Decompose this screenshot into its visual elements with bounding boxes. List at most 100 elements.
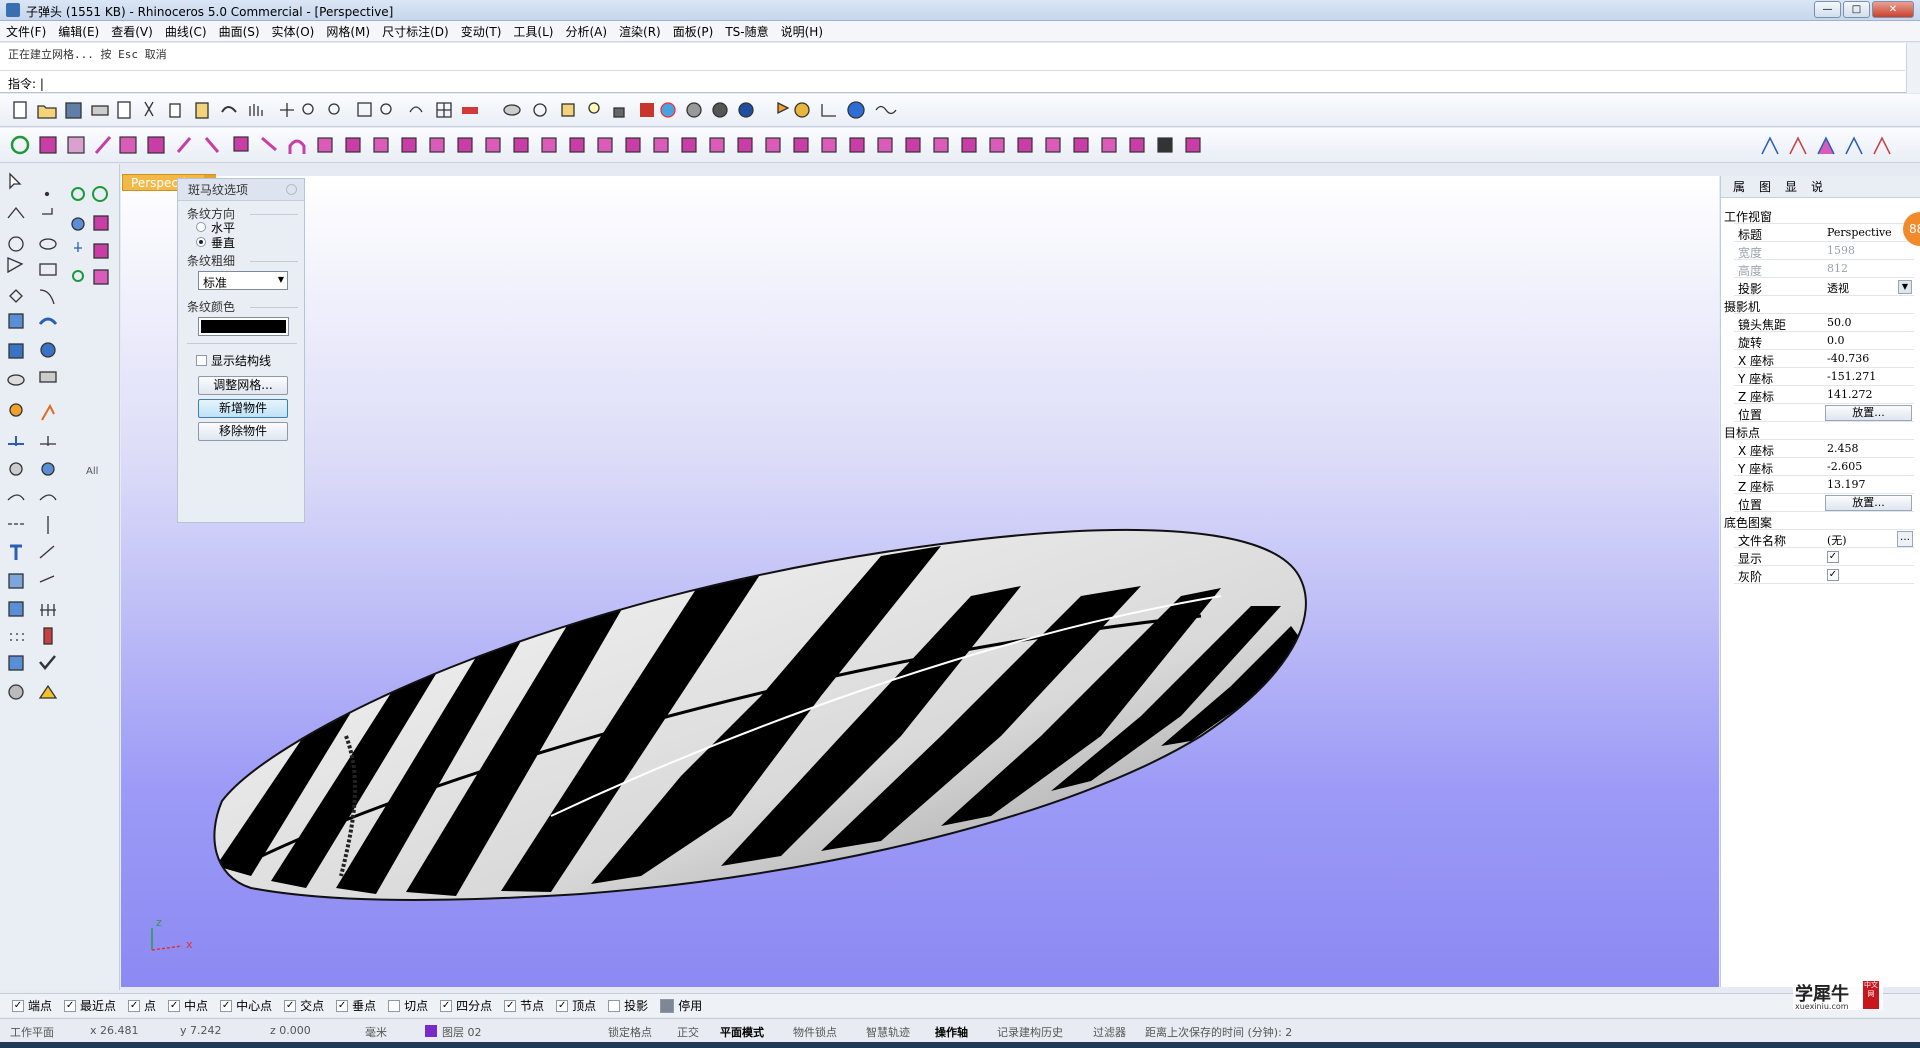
target-x-value[interactable]: 2.458 — [1827, 442, 1859, 455]
camera-z-value[interactable]: 141.272 — [1827, 388, 1873, 401]
tab-display[interactable]: 显 — [1785, 178, 1797, 195]
checkbox[interactable]: ✓ — [128, 999, 141, 1012]
planar-toggle[interactable]: 平面模式 — [720, 1024, 764, 1040]
perspective-viewport[interactable] — [121, 176, 1719, 987]
camera-place-button[interactable]: 放置... — [1825, 405, 1912, 421]
stripe-color-swatch[interactable] — [198, 317, 289, 336]
main-toolbar-icons[interactable] — [0, 128, 1920, 163]
filter-button[interactable]: 过滤器 — [1093, 1024, 1126, 1040]
standard-toolbar-icons[interactable] — [0, 94, 960, 127]
menu-analyze[interactable]: 分析(A) — [565, 23, 607, 40]
units[interactable]: 毫米 — [365, 1024, 387, 1040]
show-checkbox[interactable]: ✓ — [1827, 551, 1839, 563]
checkbox[interactable]: ✓ — [284, 999, 297, 1012]
checkbox[interactable] — [608, 999, 621, 1012]
zebra-close-icon[interactable] — [286, 184, 297, 195]
cylinder-icon — [7, 374, 25, 386]
checkbox[interactable]: ✓ — [64, 999, 77, 1012]
all-label[interactable]: All — [86, 466, 98, 477]
menu-render[interactable]: 渲染(R) — [619, 23, 661, 40]
command-scrollbar[interactable] — [1906, 43, 1920, 93]
section-target-label: 目标点 — [1724, 426, 1761, 440]
menu-surface[interactable]: 曲面(S) — [219, 23, 260, 40]
menu-curve[interactable]: 曲线(C) — [165, 23, 207, 40]
osnap-knot[interactable]: ✓ 节点 — [504, 997, 544, 1014]
cplane-label[interactable]: 工作平面 — [10, 1024, 54, 1040]
rotation-value[interactable]: 0.0 — [1827, 334, 1845, 347]
smarttrack-toggle[interactable]: 智慧轨迹 — [866, 1024, 910, 1040]
osnap-vertex[interactable]: ✓ 顶点 — [556, 997, 596, 1014]
osnap-disable[interactable]: 停用 — [660, 997, 702, 1014]
shape-31-icon — [1073, 137, 1089, 153]
checkbox[interactable]: ✓ — [12, 999, 24, 1012]
target-y-value[interactable]: -2.605 — [1827, 460, 1862, 473]
view-cplane-2-icon — [1789, 136, 1807, 155]
ortho-toggle[interactable]: 正交 — [677, 1024, 699, 1040]
osnap-center[interactable]: ✓ 中心点 — [220, 997, 272, 1014]
tab-layers[interactable]: 图 — [1759, 178, 1771, 195]
dimension-icon — [821, 104, 836, 117]
osnap-project[interactable]: 投影 — [608, 997, 648, 1014]
browse-button[interactable]: … — [1897, 531, 1913, 547]
osnap-intersection[interactable]: ✓ 交点 — [284, 997, 324, 1014]
grayscale-checkbox[interactable]: ✓ — [1827, 569, 1839, 581]
vertical-radio[interactable] — [196, 237, 206, 247]
menu-panels[interactable]: 面板(P) — [673, 23, 714, 40]
horizontal-radio[interactable] — [196, 222, 206, 232]
lens-value[interactable]: 50.0 — [1827, 316, 1852, 329]
osnap-endpoint[interactable]: ✓ 端点 — [12, 997, 52, 1014]
show-structure-checkbox[interactable] — [196, 355, 207, 366]
record-history-toggle[interactable]: 记录建构历史 — [997, 1024, 1063, 1040]
camera-y-value[interactable]: -151.271 — [1827, 370, 1876, 383]
checkbox[interactable]: ✓ — [336, 999, 349, 1012]
gumball-toggle[interactable]: 操作轴 — [935, 1024, 968, 1040]
menu-view[interactable]: 查看(V) — [111, 23, 153, 40]
osnap-point[interactable]: ✓ 点 — [128, 997, 156, 1014]
osnap-label: 投影 — [624, 999, 649, 1013]
menu-tools[interactable]: 工具(L) — [513, 23, 553, 40]
grid-snap-toggle[interactable]: 锁定格点 — [608, 1024, 652, 1040]
checkbox[interactable]: ✓ — [168, 999, 181, 1012]
title-value[interactable]: Perspective — [1827, 226, 1892, 239]
view-cplane-1-icon — [1761, 136, 1779, 155]
osnap-tangent[interactable]: 切点 — [388, 997, 428, 1014]
osnap-midpoint[interactable]: ✓ 中点 — [168, 997, 208, 1014]
menu-edit[interactable]: 编辑(E) — [58, 23, 99, 40]
remove-object-button[interactable]: 移除物件 — [198, 422, 288, 441]
minimize-button[interactable]: — — [1814, 1, 1841, 18]
checkbox[interactable]: ✓ — [220, 999, 233, 1012]
tab-help[interactable]: 说 — [1811, 178, 1823, 195]
osnap-near[interactable]: ✓ 最近点 — [64, 997, 116, 1014]
close-button[interactable]: ✕ — [1872, 1, 1914, 18]
tab-properties[interactable]: 属 — [1733, 178, 1745, 195]
copy-icon — [169, 103, 181, 118]
menu-ts[interactable]: TS-随意 — [725, 23, 768, 40]
menu-help[interactable]: 说明(H) — [781, 23, 823, 40]
add-object-button[interactable]: 新增物件 — [198, 399, 288, 418]
menu-file[interactable]: 文件(F) — [6, 23, 46, 40]
target-z-value[interactable]: 13.197 — [1827, 478, 1866, 491]
camera-x-value[interactable]: -40.736 — [1827, 352, 1869, 365]
osnap-quadrant[interactable]: ✓ 四分点 — [440, 997, 492, 1014]
menu-mesh[interactable]: 网格(M) — [326, 23, 370, 40]
projection-value[interactable]: 透视 — [1827, 280, 1849, 296]
stripe-thickness-select[interactable]: 标准 ▼ — [198, 271, 288, 290]
zoom-window-icon — [328, 103, 340, 115]
command-prompt[interactable]: 指令: | — [8, 75, 44, 92]
target-place-button[interactable]: 放置... — [1825, 495, 1912, 511]
menu-transform[interactable]: 变动(T) — [461, 23, 502, 40]
current-layer[interactable]: 图层 02 — [442, 1024, 482, 1040]
chevron-down-icon[interactable]: ▼ — [1898, 280, 1912, 294]
checkbox[interactable] — [660, 998, 675, 1013]
checkbox[interactable] — [388, 999, 401, 1012]
osnap-perpendicular[interactable]: ✓ 垂点 — [336, 997, 376, 1014]
checkbox[interactable]: ✓ — [440, 999, 453, 1012]
osnap-toggle[interactable]: 物件锁点 — [793, 1024, 837, 1040]
checkbox[interactable]: ✓ — [556, 999, 569, 1012]
menu-dimension[interactable]: 尺寸标注(D) — [382, 23, 449, 40]
left-toolbar-icons[interactable] — [0, 164, 120, 724]
adjust-mesh-button[interactable]: 调整网格... — [198, 376, 288, 395]
maximize-button[interactable]: □ — [1843, 1, 1870, 18]
menu-solid[interactable]: 实体(O) — [272, 23, 315, 40]
checkbox[interactable]: ✓ — [504, 999, 517, 1012]
